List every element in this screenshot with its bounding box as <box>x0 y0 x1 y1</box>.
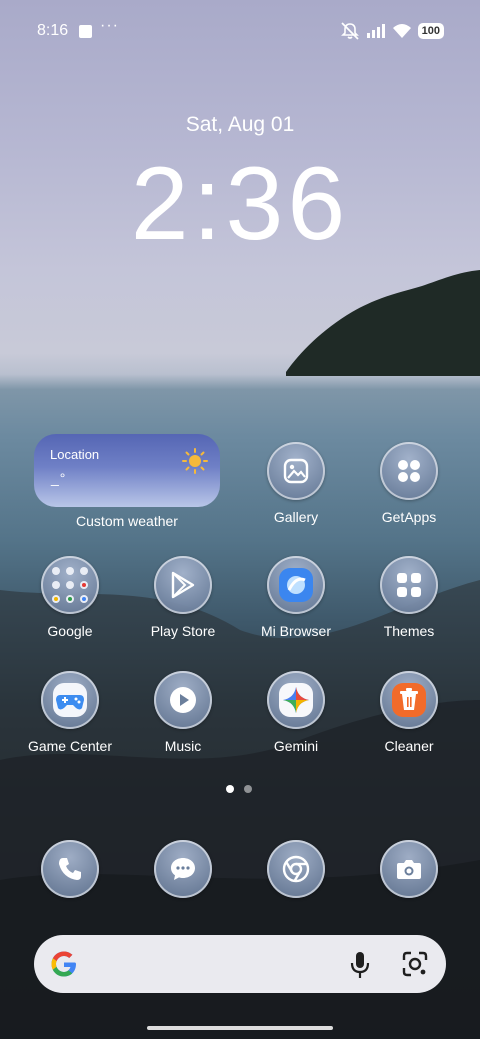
dock-chrome[interactable] <box>240 840 352 898</box>
weather-widget[interactable]: Location _° <box>34 434 220 507</box>
app-cleaner[interactable]: Cleaner <box>353 671 465 754</box>
app-game-center[interactable]: Game Center <box>14 671 126 754</box>
status-time: 8:16 <box>37 22 69 39</box>
lockscreen-date[interactable]: Sat, Aug 01 <box>0 113 480 137</box>
messages-icon <box>154 840 212 898</box>
play-store-icon <box>154 556 212 614</box>
status-bar: 8:16 ··· 100 <box>0 17 480 44</box>
app-label-gemini: Gemini <box>273 738 319 754</box>
app-getapps[interactable]: GetApps <box>353 442 465 525</box>
app-label-themes: Themes <box>383 623 435 639</box>
microphone-icon[interactable] <box>350 951 370 979</box>
weather-temperature: _° <box>51 470 67 486</box>
page-dot-1[interactable] <box>226 785 234 793</box>
lockscreen-clock[interactable]: 2:36 <box>0 145 480 264</box>
getapps-icon <box>380 442 438 500</box>
phone-icon <box>41 840 99 898</box>
themes-icon <box>380 556 438 614</box>
dock-messages[interactable] <box>127 840 239 898</box>
google-lens-icon[interactable] <box>402 951 428 977</box>
notification-square-icon <box>79 25 92 38</box>
overflow-dots: ··· <box>100 17 119 34</box>
mute-icon <box>340 22 359 40</box>
app-themes[interactable]: Themes <box>353 556 465 639</box>
dock-phone[interactable] <box>14 840 126 898</box>
app-label-play-store: Play Store <box>150 623 216 639</box>
app-label-game-center: Game Center <box>27 738 113 754</box>
weather-location: Location <box>50 447 100 462</box>
chrome-icon <box>267 840 325 898</box>
google-folder-icon <box>41 556 99 614</box>
page-dot-2[interactable] <box>244 785 252 793</box>
app-mi-browser[interactable]: Mi Browser <box>240 556 352 639</box>
game-center-icon <box>41 671 99 729</box>
gesture-bar[interactable] <box>147 1026 333 1030</box>
folder-label-google: Google <box>47 623 93 639</box>
mi-browser-icon <box>267 556 325 614</box>
app-label-music: Music <box>164 738 202 754</box>
app-label-gallery: Gallery <box>273 509 319 525</box>
app-label-getapps: GetApps <box>381 509 437 525</box>
camera-icon <box>380 840 438 898</box>
folder-google[interactable]: Google <box>14 556 126 639</box>
google-g-icon <box>51 951 76 977</box>
app-label-cleaner: Cleaner <box>384 738 434 754</box>
app-gallery[interactable]: Gallery <box>240 442 352 525</box>
google-search-bar[interactable] <box>34 935 446 993</box>
dock-camera[interactable] <box>353 840 465 898</box>
signal-icon <box>366 24 385 38</box>
weather-widget-label: Custom weather <box>76 513 178 529</box>
page-indicator[interactable] <box>226 785 252 793</box>
app-play-store[interactable]: Play Store <box>127 556 239 639</box>
sun-icon <box>182 448 208 474</box>
music-icon <box>154 671 212 729</box>
cleaner-icon <box>380 671 438 729</box>
gallery-icon <box>267 442 325 500</box>
app-music[interactable]: Music <box>127 671 239 754</box>
app-gemini[interactable]: Gemini <box>240 671 352 754</box>
gemini-icon <box>267 671 325 729</box>
app-label-mi-browser: Mi Browser <box>260 623 331 639</box>
wifi-icon <box>392 24 411 38</box>
battery-icon: 100 <box>417 23 444 39</box>
